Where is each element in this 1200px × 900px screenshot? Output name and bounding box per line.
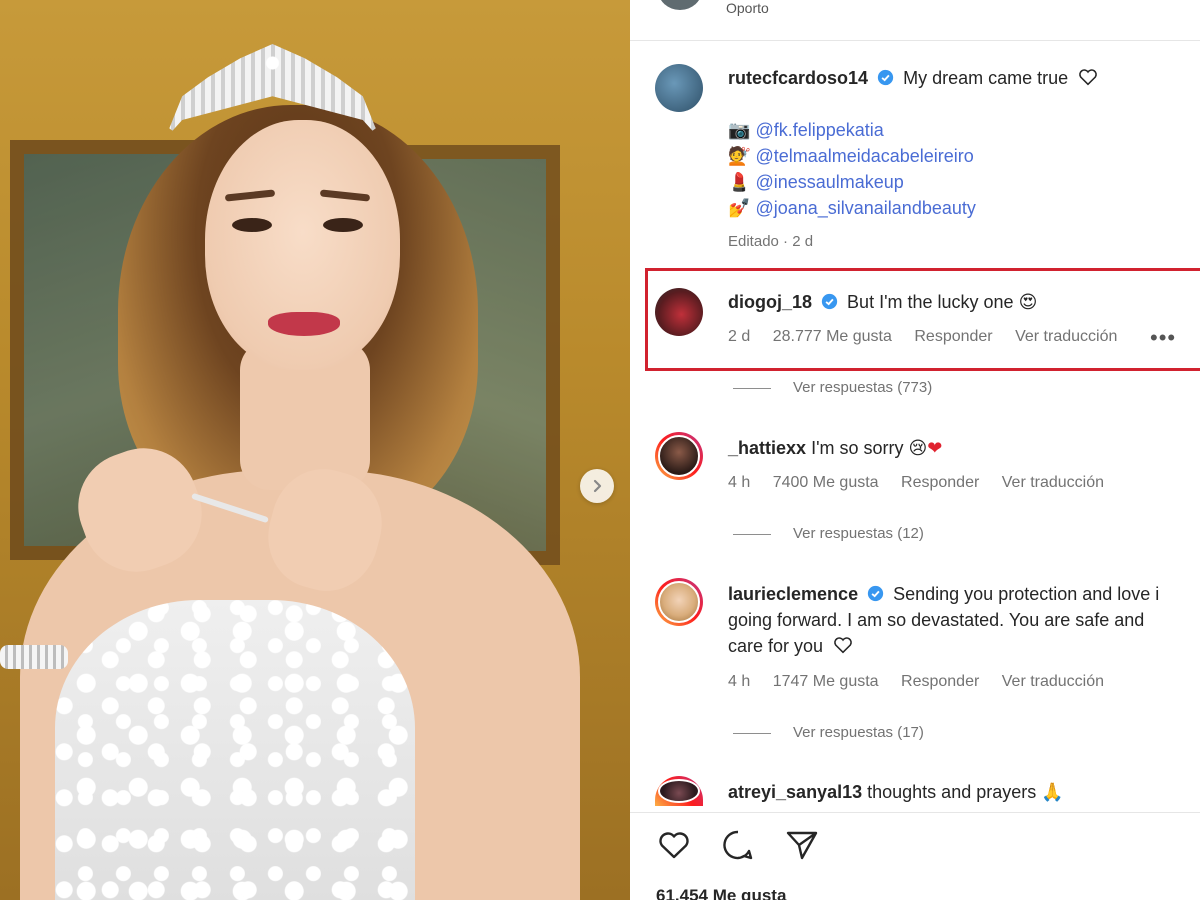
comment-time: 2 d [728, 328, 751, 345]
comment-likes[interactable]: 1747 Me gusta [773, 673, 879, 690]
translate-button[interactable]: Ver traducción [1002, 474, 1104, 491]
comment-username[interactable]: atreyi_sanyal13 [728, 782, 862, 802]
mention-link[interactable]: @inessaulmakeup [755, 172, 903, 192]
comment-line: care for you [728, 634, 1200, 658]
comment-time: 4 h [728, 474, 751, 491]
comments-panel: Oporto rutecfcardoso14 My dream came tru… [630, 0, 1200, 900]
header-avatar[interactable] [658, 0, 702, 10]
heart-eyes-emoji-icon: 😍 [1018, 292, 1038, 312]
mention-link[interactable]: @joana_silvanailandbeauty [755, 198, 975, 218]
next-photo-button[interactable] [580, 469, 614, 503]
comment-line: diogoj_18 But I'm the lucky one 😍 [728, 290, 1200, 314]
nail-polish-emoji-icon: 💅 [728, 198, 751, 218]
mention-link[interactable]: @telmaalmeidacabeleireiro [755, 146, 973, 166]
red-heart-emoji-icon: ❤ [927, 438, 943, 458]
replies-dash [733, 732, 771, 734]
replies-dash [733, 387, 771, 389]
commenter-avatar[interactable] [655, 578, 703, 626]
comment-meta: 4 h 1747 Me gusta Responder Ver traducci… [728, 673, 1122, 691]
commenter-avatar[interactable] [655, 776, 703, 806]
camera-emoji-icon: 📷 [728, 120, 751, 140]
right-eye [323, 218, 363, 232]
caption-text: My dream came true [903, 68, 1069, 88]
caption-line: rutecfcardoso14 My dream came true [728, 66, 1200, 90]
lipstick-emoji-icon: 💄 [728, 172, 751, 192]
verified-badge-icon [877, 69, 894, 86]
replies-label: Ver respuestas (17) [793, 724, 924, 741]
view-replies-button[interactable]: Ver respuestas (17) [733, 724, 924, 741]
avatar-image [658, 435, 700, 477]
comment-username[interactable]: diogoj_18 [728, 292, 812, 312]
post-photo [0, 0, 630, 900]
author-avatar[interactable] [655, 64, 703, 112]
commenter-avatar[interactable] [655, 432, 703, 480]
comment-text: Sending you protection and love i [893, 584, 1160, 604]
praying-hands-emoji-icon: 🙏 [1041, 782, 1064, 802]
lips [268, 312, 340, 336]
comment-meta: 2 d 28.777 Me gusta Responder Ver traduc… [728, 328, 1135, 346]
comment-bubble-icon[interactable] [720, 827, 756, 863]
comment-line: laurieclemence Sending you protection an… [728, 582, 1200, 606]
verified-badge-icon [821, 293, 838, 310]
replies-label: Ver respuestas (12) [793, 525, 924, 542]
avatar-image [658, 581, 700, 623]
actions-divider [630, 812, 1200, 813]
replies-dash [733, 533, 771, 535]
sad-face-emoji-icon: 😢 [908, 438, 928, 458]
author-username[interactable]: rutecfcardoso14 [728, 68, 868, 88]
chevron-right-icon [593, 479, 602, 493]
header-divider [630, 40, 1200, 41]
wedding-dress [55, 600, 415, 900]
total-likes[interactable]: 61.454 Me gusta [656, 886, 786, 900]
hairdresser-emoji-icon: 💇 [728, 146, 751, 166]
mention-link[interactable]: @fk.felippekatia [755, 120, 883, 140]
replies-label: Ver respuestas (773) [793, 379, 933, 396]
reply-button[interactable]: Responder [901, 673, 979, 690]
avatar-image [658, 779, 700, 803]
left-eye [232, 218, 272, 232]
highlight-box [645, 268, 1200, 371]
mention-row: 💄 @inessaulmakeup [728, 170, 1200, 194]
translate-button[interactable]: Ver traducción [1002, 673, 1104, 690]
mention-row: 💇 @telmaalmeidacabeleireiro [728, 144, 1200, 168]
white-heart-icon [1079, 69, 1097, 86]
share-send-icon[interactable] [784, 827, 820, 863]
comment-time: 4 h [728, 673, 751, 690]
reply-button[interactable]: Responder [901, 474, 979, 491]
comment-text: But I'm the lucky one [847, 292, 1014, 312]
action-bar [656, 827, 820, 863]
comment-line: _hattiexx I'm so sorry 😢❤ [728, 436, 1200, 460]
comment-text: I'm so sorry [811, 438, 904, 458]
translate-button[interactable]: Ver traducción [1015, 328, 1117, 345]
more-options-icon[interactable]: ••• [1150, 325, 1176, 351]
comment-username[interactable]: laurieclemence [728, 584, 858, 604]
comment-text: care for you [728, 636, 824, 656]
comment-text: going forward. I am so devastated. You a… [728, 610, 1145, 630]
comment-username[interactable]: _hattiexx [728, 438, 806, 458]
view-replies-button[interactable]: Ver respuestas (773) [733, 379, 932, 396]
reply-button[interactable]: Responder [914, 328, 992, 345]
commenter-avatar[interactable] [655, 288, 703, 336]
bracelet [0, 645, 68, 669]
mention-row: 💅 @joana_silvanailandbeauty [728, 196, 1200, 220]
view-replies-button[interactable]: Ver respuestas (12) [733, 525, 924, 542]
comment-likes[interactable]: 7400 Me gusta [773, 474, 879, 491]
edited-label: Editado · 2 d [728, 233, 814, 250]
verified-badge-icon [867, 585, 884, 602]
post-location[interactable]: Oporto [726, 0, 769, 16]
comment-text: thoughts and prayers [867, 782, 1037, 802]
comment-likes[interactable]: 28.777 Me gusta [773, 328, 892, 345]
like-heart-icon[interactable] [656, 827, 692, 863]
white-heart-icon [834, 637, 852, 654]
comment-meta: 4 h 7400 Me gusta Responder Ver traducci… [728, 474, 1122, 492]
comment-line: atreyi_sanyal13 thoughts and prayers 🙏 [728, 780, 1200, 804]
mention-row: 📷 @fk.felippekatia [728, 118, 1200, 142]
